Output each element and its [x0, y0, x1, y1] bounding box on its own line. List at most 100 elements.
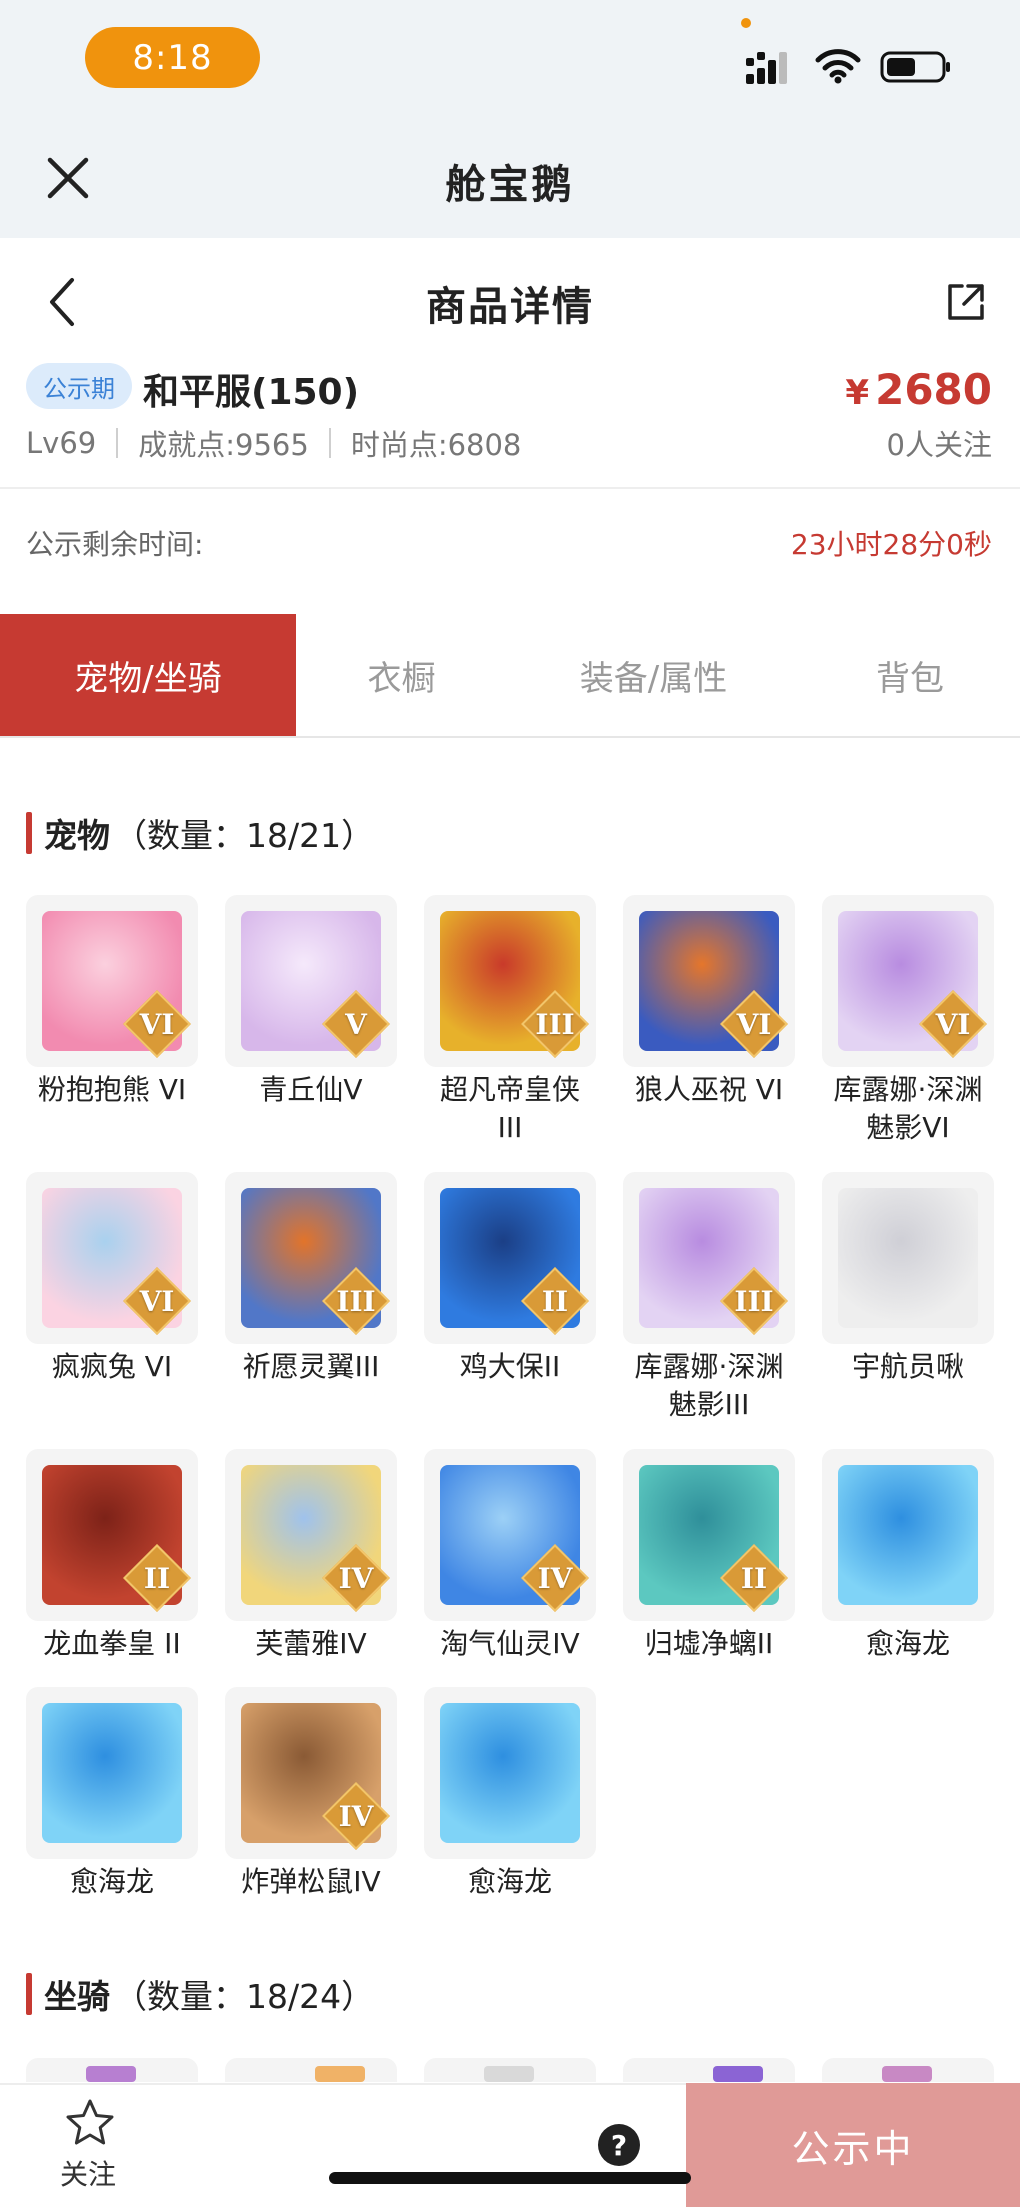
- rank-badge: II: [123, 1544, 191, 1612]
- tab-backpack[interactable]: 背包: [800, 614, 1020, 736]
- pet-thumbnail: II: [623, 1449, 795, 1621]
- pet-thumbnail: III: [623, 1172, 795, 1344]
- page-title: 商品详情: [426, 284, 594, 330]
- mount-card[interactable]: [623, 2058, 795, 2082]
- level: Lv69: [26, 426, 97, 460]
- pet-card[interactable]: IV 炸弹松鼠IV: [225, 1687, 397, 1901]
- pet-card[interactable]: VI 粉抱抱熊 VI: [26, 895, 198, 1109]
- rank-numeral: IV: [338, 1561, 374, 1595]
- pet-thumbnail: V: [225, 895, 397, 1067]
- pet-card[interactable]: V 青丘仙V: [225, 895, 397, 1109]
- pet-name: 愈海龙: [467, 1865, 552, 1898]
- section-count: （数量：18/21）: [114, 816, 375, 855]
- price: ¥2680: [845, 365, 992, 414]
- remaining-time-label: 公示剩余时间:: [26, 528, 204, 561]
- mount-card[interactable]: [26, 2058, 198, 2082]
- tab-equipment[interactable]: 装备/属性: [507, 614, 800, 736]
- pet-card[interactable]: II 龙血拳皇 II: [26, 1449, 198, 1663]
- pet-image: [838, 1465, 978, 1605]
- pet-thumbnail: VI: [26, 1172, 198, 1344]
- pet-thumbnail: [26, 1687, 198, 1859]
- pet-name: 狼人巫祝 VI: [634, 1073, 784, 1106]
- share-icon[interactable]: [944, 280, 988, 324]
- pet-name: 炸弹松鼠IV: [241, 1865, 381, 1898]
- divider: [0, 487, 1020, 489]
- mount-image: [86, 2066, 136, 2082]
- mount-card[interactable]: [822, 2058, 994, 2082]
- tab-bar: 宠物/坐骑 衣橱 装备/属性 背包: [0, 614, 1020, 738]
- pet-card[interactable]: II 鸡大保II: [424, 1172, 596, 1386]
- pet-card[interactable]: IV 芙蕾雅IV: [225, 1449, 397, 1663]
- pet-card[interactable]: II 归墟净螭II: [623, 1449, 795, 1663]
- tab-wardrobe[interactable]: 衣橱: [296, 614, 507, 736]
- pet-card[interactable]: VI 疯疯兔 VI: [26, 1172, 198, 1386]
- pet-card[interactable]: III 库露娜·深渊 魅影III: [623, 1172, 795, 1424]
- achievement-points: 成就点:9565: [138, 428, 309, 462]
- pet-card[interactable]: 宇航员啾: [822, 1172, 994, 1386]
- fashion-points: 时尚点:6808: [350, 428, 522, 462]
- page: 8:18 舱宝鹅 商品详情 公示期 和平服(150) ¥ 2680 Lv69 成…: [0, 0, 1020, 2207]
- mount-card[interactable]: [424, 2058, 596, 2082]
- help-icon[interactable]: ?: [598, 2124, 640, 2166]
- pet-name: 愈海龙: [69, 1865, 154, 1898]
- pets-section-header: 宠物 （数量：18/21）: [26, 809, 374, 857]
- rank-badge: VI: [720, 990, 788, 1058]
- mount-image: [713, 2066, 763, 2082]
- pet-card[interactable]: VI 库露娜·深渊 魅影VI: [822, 895, 994, 1147]
- pet-image: [838, 1188, 978, 1328]
- follow-button-label[interactable]: 关注: [60, 2153, 116, 2193]
- server-name: 和平服(150): [143, 372, 360, 413]
- pet-card[interactable]: IV 淘气仙灵IV: [424, 1449, 596, 1663]
- pet-thumbnail: III: [424, 895, 596, 1067]
- mount-card[interactable]: [225, 2058, 397, 2082]
- pet-thumbnail: II: [424, 1172, 596, 1344]
- pet-card[interactable]: VI 狼人巫祝 VI: [623, 895, 795, 1109]
- pet-name: 粉抱抱熊 VI: [37, 1073, 187, 1106]
- rank-badge: VI: [919, 990, 987, 1058]
- pet-card[interactable]: 愈海龙: [424, 1687, 596, 1901]
- pet-card[interactable]: 愈海龙: [822, 1449, 994, 1663]
- character-stats: Lv69 成就点:9565 时尚点:6808: [26, 422, 521, 464]
- rank-badge: IV: [521, 1544, 589, 1612]
- mount-image: [484, 2066, 534, 2082]
- battery-icon: [880, 51, 950, 83]
- home-indicator: [329, 2172, 691, 2184]
- status-button[interactable]: 公示中: [686, 2083, 1020, 2207]
- rank-numeral: III: [535, 1007, 575, 1041]
- pet-thumbnail: VI: [26, 895, 198, 1067]
- pet-thumbnail: IV: [424, 1449, 596, 1621]
- pet-name: 超凡帝皇侠 III: [439, 1073, 580, 1144]
- rank-numeral: VI: [736, 1007, 772, 1041]
- pet-thumbnail: IV: [225, 1687, 397, 1859]
- star-icon[interactable]: [64, 2097, 116, 2149]
- pet-name: 归墟净螭II: [644, 1627, 774, 1660]
- pet-image: [440, 1703, 580, 1843]
- rank-numeral: III: [336, 1284, 376, 1318]
- rank-numeral: III: [734, 1284, 774, 1318]
- pet-name: 愈海龙: [865, 1627, 950, 1660]
- rank-badge: II: [521, 1267, 589, 1335]
- pet-card[interactable]: 愈海龙: [26, 1687, 198, 1901]
- rank-numeral: II: [143, 1561, 171, 1595]
- rank-numeral: IV: [338, 1799, 374, 1833]
- pet-name: 库露娜·深渊 魅影III: [634, 1350, 784, 1421]
- status-time: 8:18: [85, 27, 260, 88]
- rank-numeral: VI: [935, 1007, 971, 1041]
- section-title: 坐骑: [44, 1977, 110, 2016]
- rank-badge: IV: [322, 1544, 390, 1612]
- rank-badge: V: [322, 990, 390, 1058]
- divider: [116, 428, 119, 458]
- rank-numeral: II: [541, 1284, 569, 1318]
- app-header: 8:18 舱宝鹅: [0, 0, 1020, 238]
- section-marker: [26, 812, 32, 854]
- cellular-signal-icon: [746, 52, 787, 84]
- mount-image: [315, 2066, 365, 2082]
- app-title: 舱宝鹅: [445, 162, 575, 208]
- pet-thumbnail: II: [26, 1449, 198, 1621]
- pet-card[interactable]: III 超凡帝皇侠 III: [424, 895, 596, 1147]
- pet-card[interactable]: III 祈愿灵翼III: [225, 1172, 397, 1386]
- rank-badge: III: [322, 1267, 390, 1335]
- rank-badge: III: [720, 1267, 788, 1335]
- tab-pets-mounts[interactable]: 宠物/坐骑: [0, 614, 296, 736]
- currency-symbol: ¥: [845, 373, 870, 413]
